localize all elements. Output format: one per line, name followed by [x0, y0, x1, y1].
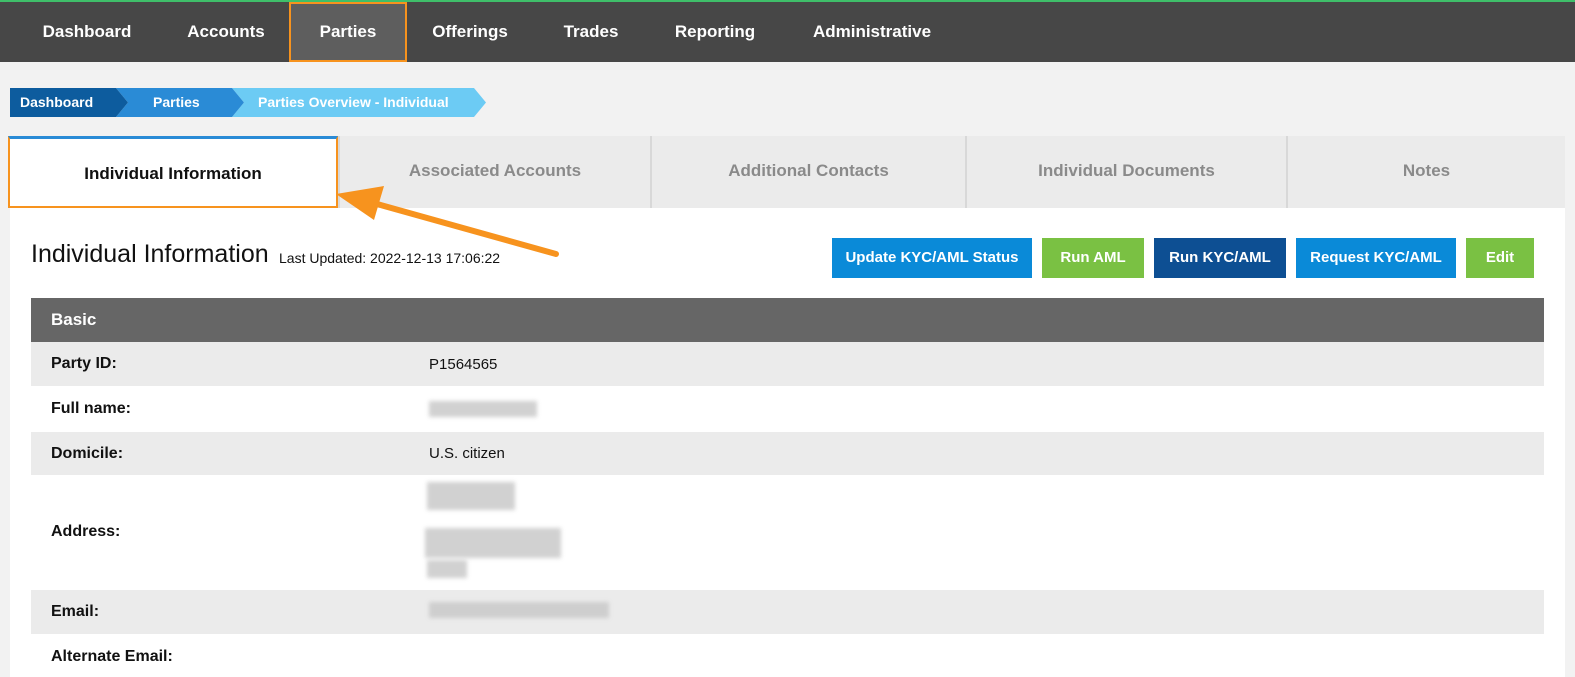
edit-button[interactable]: Edit — [1466, 238, 1534, 278]
redacted-value — [429, 602, 609, 618]
row-label: Alternate Email: — [51, 648, 173, 665]
row-address: Address: — [31, 476, 1544, 590]
tab-additional-contacts[interactable]: Additional Contacts — [650, 136, 965, 208]
breadcrumb-current: Parties Overview - Individual — [232, 88, 486, 117]
run-aml-button[interactable]: Run AML — [1042, 238, 1144, 278]
nav-offerings[interactable]: Offerings — [418, 2, 522, 62]
row-label: Full name: — [51, 400, 132, 417]
annotation-arrow-icon — [336, 186, 559, 257]
breadcrumb-dashboard[interactable]: Dashboard — [10, 88, 128, 117]
breadcrumb-label: Parties Overview - Individual — [258, 94, 449, 110]
section-basic-header: Basic — [31, 298, 1544, 342]
nav-dashboard[interactable]: Dashboard — [22, 2, 152, 62]
nav-reporting[interactable]: Reporting — [660, 2, 770, 62]
nav-accounts[interactable]: Accounts — [170, 2, 282, 62]
row-label: Domicile: — [51, 445, 124, 462]
tab-individual-documents[interactable]: Individual Documents — [965, 136, 1286, 208]
breadcrumb-label: Dashboard — [20, 94, 94, 110]
nav-parties[interactable]: Parties — [289, 2, 407, 62]
tab-bar: Individual Information Associated Accoun… — [8, 136, 1565, 208]
row-value: P1564565 — [429, 356, 498, 373]
tab-individual-information[interactable]: Individual Information — [8, 136, 338, 208]
breadcrumb-parties[interactable]: Parties — [116, 88, 244, 117]
request-kyc-aml-button[interactable]: Request KYC/AML — [1296, 238, 1456, 278]
row-label: Party ID: — [51, 355, 117, 372]
top-nav: Dashboard Accounts Parties Offerings Tra… — [0, 0, 1575, 62]
breadcrumb-label: Parties — [153, 94, 200, 110]
row-alternate-email: Alternate Email: — [31, 635, 1544, 677]
redacted-value — [425, 528, 561, 558]
update-kyc-aml-status-button[interactable]: Update KYC/AML Status — [832, 238, 1032, 278]
row-party-id: Party ID: P1564565 — [31, 342, 1544, 387]
row-label: Address: — [51, 523, 121, 540]
redacted-value — [427, 560, 467, 578]
content-panel: Individual Information Last Updated: 202… — [10, 208, 1565, 677]
redacted-value — [429, 401, 537, 417]
page-title: Individual Information — [31, 240, 269, 268]
nav-administrative[interactable]: Administrative — [797, 2, 947, 62]
redacted-value — [427, 482, 515, 510]
breadcrumb: Dashboard Parties Parties Overview - Ind… — [10, 88, 490, 117]
row-domicile: Domicile: U.S. citizen — [31, 432, 1544, 476]
row-full-name: Full name: — [31, 387, 1544, 432]
row-value: U.S. citizen — [429, 445, 505, 462]
row-email: Email: — [31, 590, 1544, 635]
row-label: Email: — [51, 603, 100, 620]
tab-notes[interactable]: Notes — [1286, 136, 1565, 208]
nav-trades[interactable]: Trades — [547, 2, 635, 62]
run-kyc-aml-button[interactable]: Run KYC/AML — [1154, 238, 1286, 278]
